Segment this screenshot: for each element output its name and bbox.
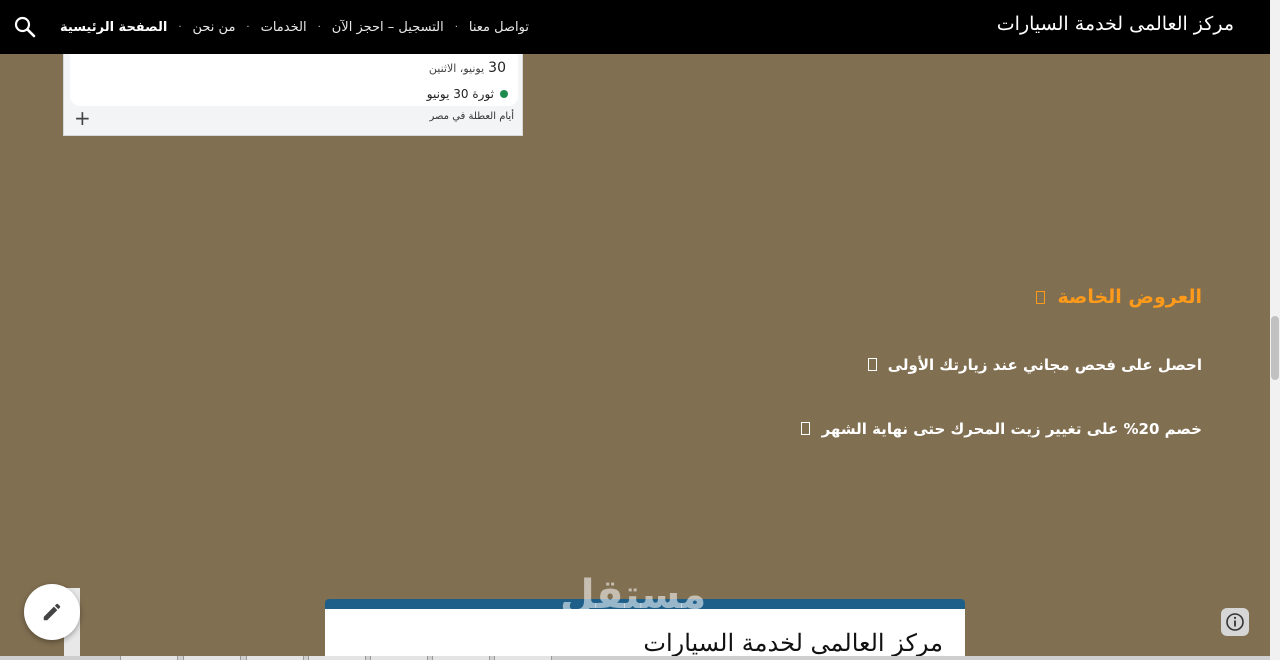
scrollbar-thumb[interactable] bbox=[1271, 316, 1279, 380]
page-scrollbar[interactable] bbox=[1270, 0, 1280, 660]
nav-separator: · bbox=[246, 21, 250, 33]
calendar-event-label: ثورة 30 يونيو bbox=[426, 87, 494, 101]
nav-separator: · bbox=[317, 21, 321, 33]
calendar-event[interactable]: ثورة 30 يونيو bbox=[427, 87, 508, 101]
offer-text: احصل على فحص مجاني عند زيارتك الأولى bbox=[887, 356, 1202, 374]
info-icon bbox=[1226, 613, 1244, 631]
main-nav: الصفحة الرئيسية · من نحن · الخدمات · الت… bbox=[60, 17, 529, 37]
calendar-date: 30 يونيو، الاثنين bbox=[429, 60, 506, 76]
nav-item-register[interactable]: التسجيل – احجز الآن bbox=[332, 20, 444, 35]
footer-card-title: مركز العالمى لخدمة السيارات bbox=[643, 629, 943, 657]
taskbar-tab[interactable] bbox=[370, 656, 428, 660]
calendar-day-number: 30 bbox=[488, 60, 506, 76]
calendar-holidays-label: أيام العطلة في مصر bbox=[429, 111, 514, 122]
offers-heading-text: العروض الخاصة bbox=[1057, 286, 1202, 308]
pencil-icon bbox=[43, 603, 61, 621]
offer-text: خصم 20% على تغيير زيت المحرك حتى نهاية ا… bbox=[821, 420, 1202, 438]
taskbar-tab[interactable] bbox=[183, 656, 241, 660]
calendar-widget: 30 يونيو، الاثنين ثورة 30 يونيو أيام الع… bbox=[63, 54, 523, 136]
offer-item: خصم 20% على تغيير زيت المحرك حتى نهاية ا… bbox=[801, 420, 1202, 438]
nav-separator: · bbox=[178, 21, 182, 33]
edit-button[interactable] bbox=[24, 584, 80, 640]
nav-separator: · bbox=[454, 21, 458, 33]
missing-glyph-icon bbox=[1035, 291, 1045, 304]
nav-item-about[interactable]: من نحن bbox=[193, 20, 236, 35]
taskbar-edge bbox=[0, 656, 1270, 660]
nav-item-services[interactable]: الخدمات bbox=[261, 20, 307, 35]
taskbar-tab[interactable] bbox=[246, 656, 304, 660]
nav-item-contact[interactable]: تواصل معنا bbox=[469, 20, 529, 35]
top-navbar: مركز العالمى لخدمة السيارات الصفحة الرئي… bbox=[0, 0, 1270, 54]
taskbar-tab[interactable] bbox=[432, 656, 490, 660]
missing-glyph-icon bbox=[867, 358, 877, 371]
offers-heading: العروض الخاصة bbox=[1035, 286, 1202, 308]
site-title[interactable]: مركز العالمى لخدمة السيارات bbox=[997, 13, 1234, 35]
nav-item-home[interactable]: الصفحة الرئيسية bbox=[60, 20, 167, 35]
footer-card: مركز العالمى لخدمة السيارات bbox=[325, 599, 965, 660]
add-icon[interactable]: + bbox=[74, 108, 91, 128]
missing-glyph-icon bbox=[801, 422, 811, 435]
event-dot-icon bbox=[500, 90, 508, 98]
info-button[interactable] bbox=[1221, 608, 1249, 636]
calendar-event-card[interactable]: 30 يونيو، الاثنين ثورة 30 يونيو bbox=[70, 54, 518, 106]
search-icon[interactable] bbox=[14, 16, 36, 38]
calendar-date-text: يونيو، الاثنين bbox=[428, 62, 485, 75]
taskbar-tab[interactable] bbox=[308, 656, 366, 660]
taskbar-tab[interactable] bbox=[120, 656, 178, 660]
taskbar-tab[interactable] bbox=[494, 656, 552, 660]
offer-item: احصل على فحص مجاني عند زيارتك الأولى bbox=[867, 356, 1202, 374]
